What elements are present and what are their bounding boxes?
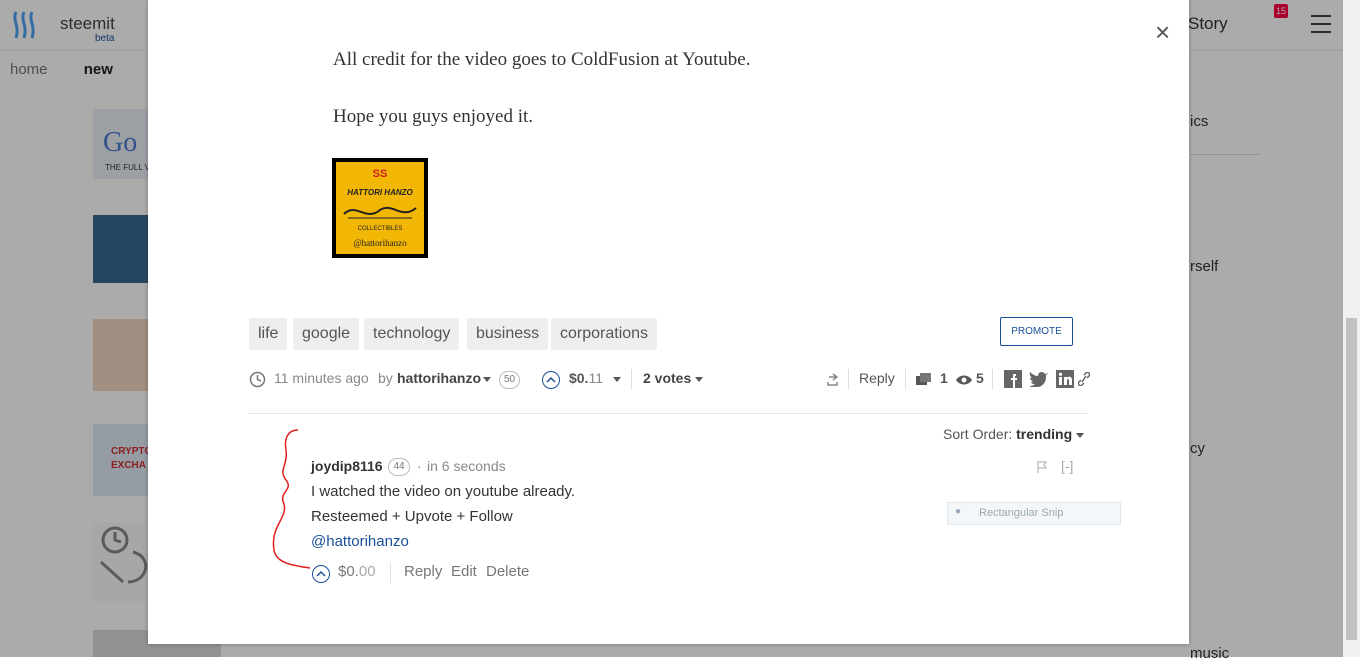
payout-dropdown-icon[interactable] bbox=[613, 370, 621, 386]
signature-title: HATTORI HANZO bbox=[347, 188, 413, 197]
author-reputation: 50 bbox=[499, 371, 520, 389]
meta-separator bbox=[905, 369, 906, 389]
clock-icon bbox=[249, 371, 266, 388]
post-paragraph: All credit for the video goes to ColdFus… bbox=[333, 49, 751, 70]
signature-image: SS HATTORI HANZO COLLECTIBLES @hattoriha… bbox=[332, 158, 428, 258]
comment-author[interactable]: joydip8116 bbox=[311, 458, 383, 474]
close-icon[interactable]: × bbox=[1155, 19, 1170, 45]
author-dropdown-icon[interactable] bbox=[483, 370, 491, 386]
comment-edit-link[interactable]: Edit bbox=[451, 563, 477, 580]
page-scrollbar-thumb[interactable] bbox=[1346, 318, 1357, 640]
tag-corporations[interactable]: corporations bbox=[551, 318, 658, 350]
comment-body-line: I watched the video on youtube already. bbox=[311, 483, 576, 500]
meta-separator bbox=[848, 369, 849, 389]
tag-business[interactable]: business bbox=[467, 318, 549, 350]
comment-reply-link[interactable]: Reply bbox=[404, 563, 442, 580]
sort-value[interactable]: trending bbox=[1016, 426, 1072, 442]
red-annotation-bracket bbox=[272, 429, 311, 569]
view-count: 5 bbox=[976, 370, 984, 386]
upvote-icon[interactable] bbox=[542, 371, 560, 389]
promote-button[interactable]: PROMOTE bbox=[1000, 317, 1073, 346]
reply-link[interactable]: Reply bbox=[859, 370, 895, 386]
tag-life[interactable]: life bbox=[249, 318, 288, 350]
comment-payout[interactable]: $0.00 bbox=[338, 563, 376, 580]
dragon-emblem-icon bbox=[343, 207, 417, 219]
steem-mark: SS bbox=[372, 168, 388, 180]
twitter-icon[interactable] bbox=[1029, 371, 1049, 387]
post-author[interactable]: hattorihanzo bbox=[397, 370, 481, 386]
meta-separator bbox=[631, 369, 632, 389]
signature-sub: COLLECTIBLES bbox=[357, 226, 403, 232]
comment-separator bbox=[390, 563, 391, 583]
post-time[interactable]: 11 minutes ago bbox=[274, 370, 369, 386]
comment-dot: · bbox=[417, 458, 422, 474]
snip-label: Rectangular Snip bbox=[979, 507, 1064, 519]
post-by: by bbox=[378, 370, 393, 386]
comments-icon[interactable] bbox=[915, 372, 933, 388]
vote-count[interactable]: 2 votes bbox=[643, 370, 704, 386]
rectangular-snip-widget[interactable]: ● Rectangular Snip bbox=[947, 502, 1121, 525]
collapse-comment-button[interactable]: [-] bbox=[1061, 458, 1073, 474]
meta-separator bbox=[992, 369, 993, 389]
facebook-icon[interactable] bbox=[1004, 370, 1022, 388]
comments-divider bbox=[249, 413, 1088, 414]
comment-delete-link[interactable]: Delete bbox=[486, 563, 529, 580]
post-paragraph: Hope you guys enjoyed it. bbox=[333, 106, 534, 127]
snip-dot-icon: ● bbox=[955, 506, 962, 517]
tag-technology[interactable]: technology bbox=[364, 318, 460, 350]
permalink-icon[interactable] bbox=[1078, 372, 1090, 386]
signature-handle: @hattorihanzo bbox=[353, 238, 407, 248]
flag-icon[interactable] bbox=[1036, 460, 1048, 474]
post-payout[interactable]: $0.11 bbox=[569, 370, 603, 386]
comment-body-line: Resteemed + Upvote + Follow bbox=[311, 508, 513, 525]
linkedin-icon[interactable] bbox=[1056, 370, 1074, 388]
comment-author-reputation: 44 bbox=[388, 458, 410, 476]
comment-time[interactable]: in 6 seconds bbox=[427, 458, 506, 474]
comment-count[interactable]: 1 bbox=[940, 370, 948, 386]
views-eye-icon bbox=[956, 375, 972, 385]
tag-google[interactable]: google bbox=[293, 318, 360, 350]
sort-order[interactable]: Sort Order: trending bbox=[943, 426, 1085, 442]
comment-mention-link[interactable]: @hattorihanzo bbox=[311, 533, 409, 550]
reblog-icon[interactable] bbox=[825, 372, 841, 388]
